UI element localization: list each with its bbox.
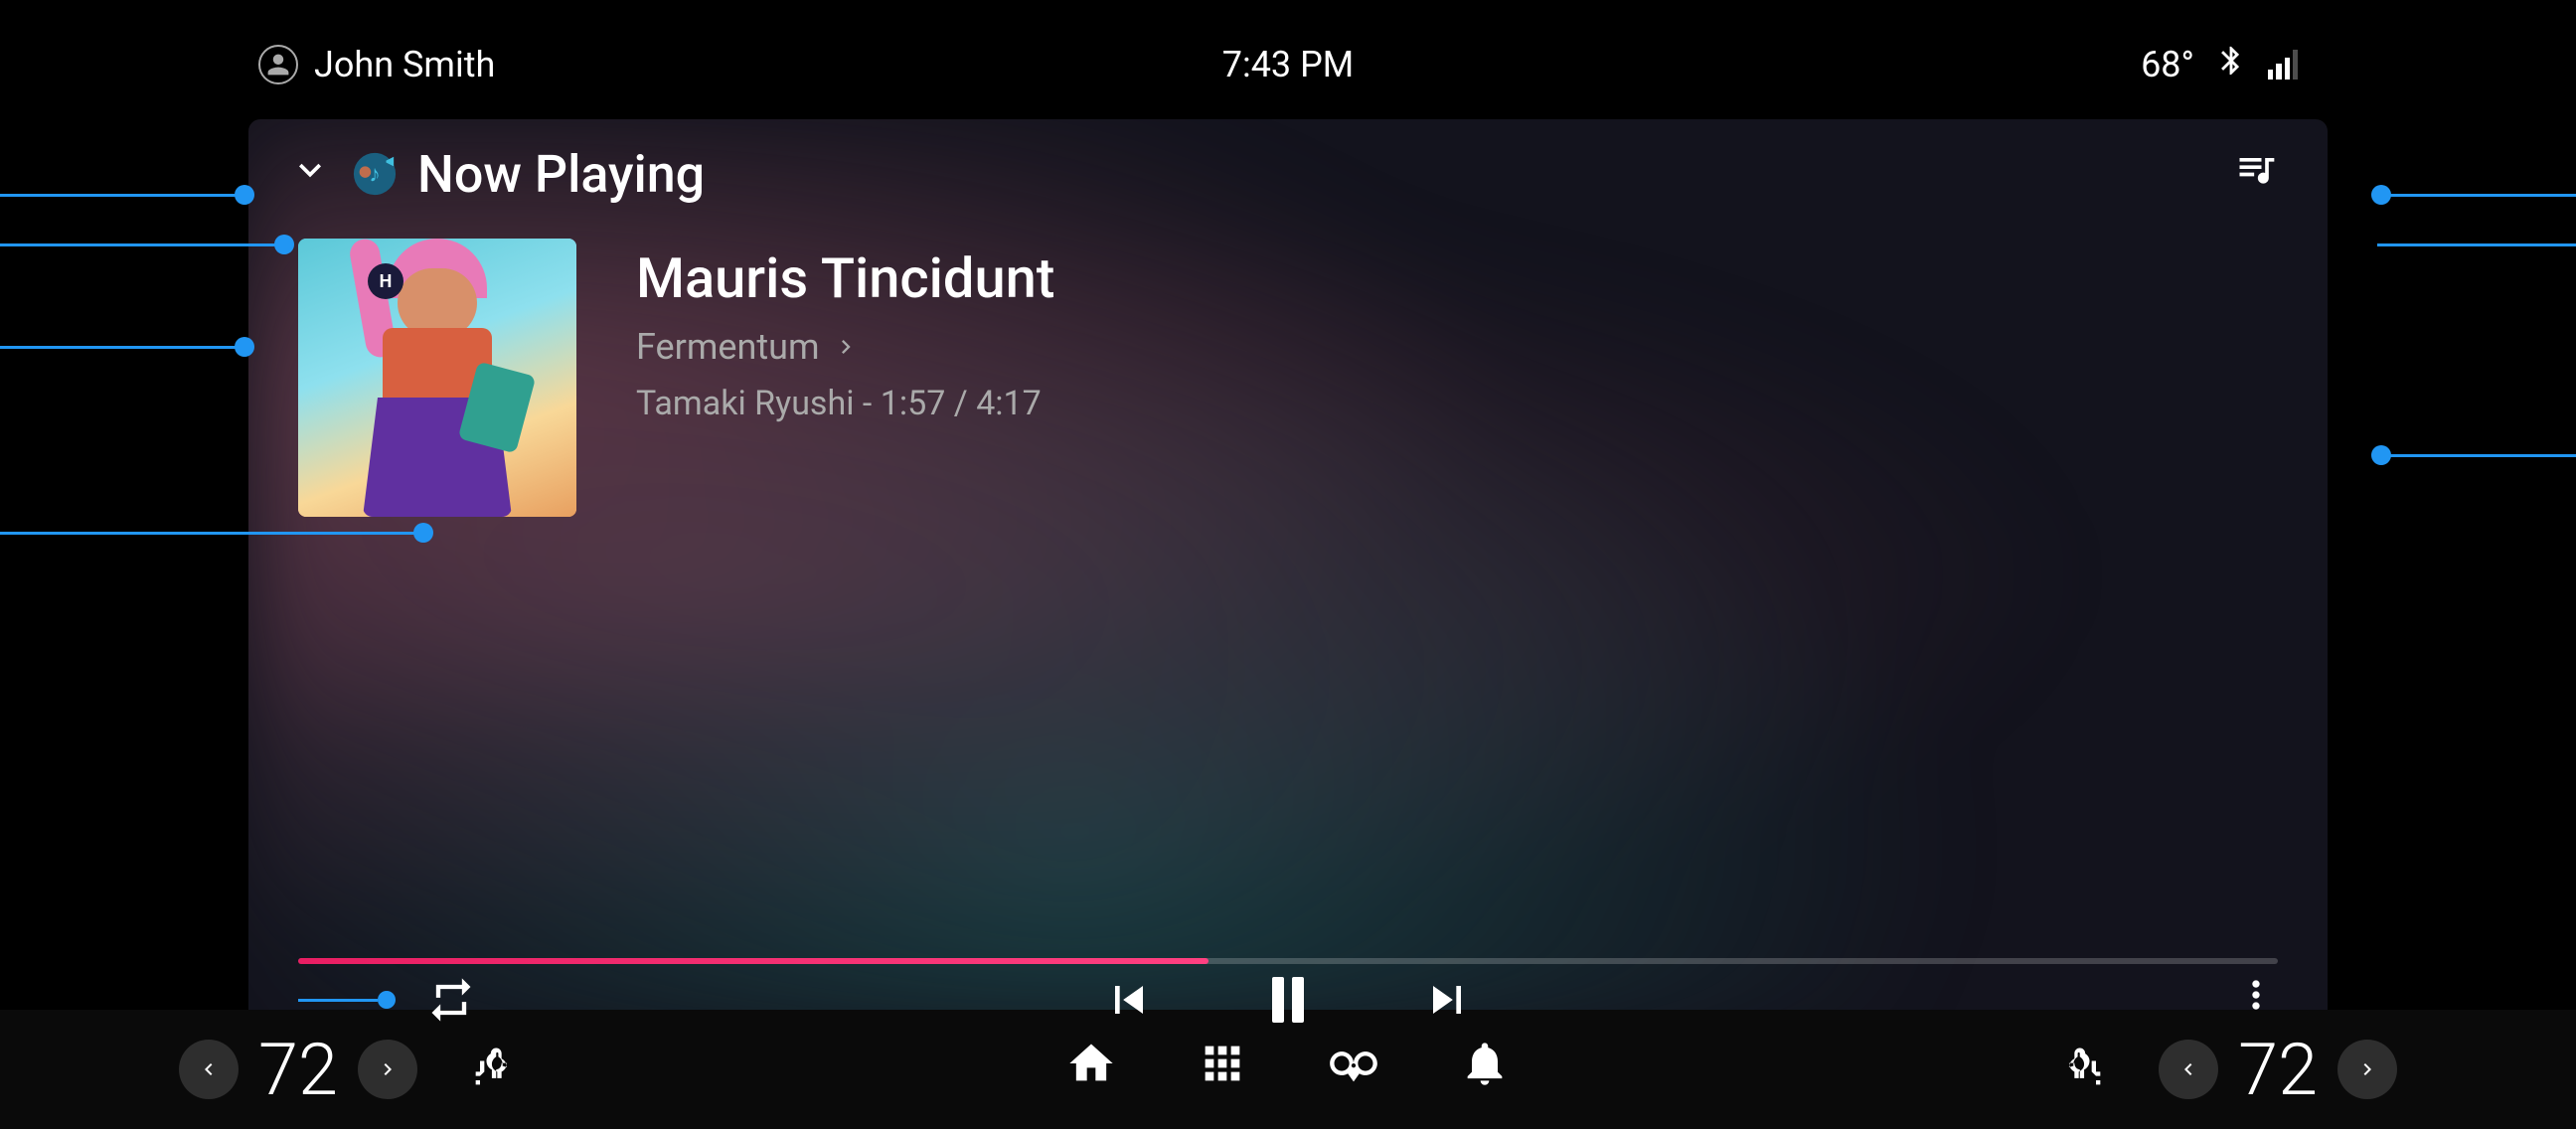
- seat-heat-right-icon[interactable]: [2057, 1042, 2109, 1097]
- home-button[interactable]: [1065, 1038, 1117, 1101]
- music-app-icon: ♪: [352, 151, 398, 197]
- controls: [248, 980, 2328, 1030]
- climate-left: 72: [179, 1028, 519, 1112]
- notifications-button[interactable]: [1459, 1038, 1511, 1101]
- player-header: ♪ Now Playing: [248, 119, 2328, 219]
- right-slider-3[interactable]: [2377, 454, 2576, 457]
- right-slider-2[interactable]: [2377, 243, 2576, 246]
- right-slider-1[interactable]: [2377, 194, 2576, 197]
- track-album[interactable]: Fermentum: [636, 326, 2278, 368]
- repeat-button[interactable]: [411, 960, 491, 1030]
- collapse-button[interactable]: [288, 148, 332, 200]
- player-content: ♪ Now Playing: [248, 119, 2328, 1030]
- repeat-slider-line: [298, 999, 378, 1002]
- svg-text:♪: ♪: [369, 161, 381, 188]
- album-art-image: H: [298, 239, 576, 517]
- right-temp-decrease[interactable]: [2159, 1040, 2218, 1099]
- user-icon: [258, 45, 298, 84]
- controls-center: [1089, 960, 1487, 1030]
- track-artist-time: Tamaki Ryushi - 1:57 / 4:17: [636, 384, 2278, 423]
- right-temperature: 72: [2238, 1028, 2318, 1112]
- left-slider-dot-3[interactable]: [235, 337, 254, 357]
- status-bar: John Smith 7:43 PM 68°: [0, 0, 2576, 129]
- left-slider-2[interactable]: [0, 243, 288, 246]
- player-card: ♪ Now Playing: [248, 119, 2328, 1030]
- right-slider-dot-1[interactable]: [2371, 185, 2391, 205]
- next-button[interactable]: [1407, 960, 1487, 1030]
- previous-button[interactable]: [1089, 960, 1169, 1030]
- track-name: Mauris Tincidunt: [636, 248, 2278, 310]
- repeat-area: [298, 960, 491, 1030]
- signal-icon: [2268, 50, 2298, 80]
- pause-button[interactable]: [1248, 960, 1328, 1030]
- climate-right: 72: [2057, 1028, 2397, 1112]
- left-slider-4[interactable]: [0, 532, 427, 535]
- seat-heat-left-icon[interactable]: [467, 1042, 519, 1097]
- left-temp-increase[interactable]: [358, 1040, 417, 1099]
- queue-button[interactable]: [2234, 147, 2278, 201]
- temperature: 68°: [2141, 44, 2194, 85]
- status-left: John Smith: [258, 44, 495, 85]
- left-slider-1[interactable]: [0, 194, 248, 197]
- left-slider-dot-2[interactable]: [274, 235, 294, 254]
- header-left: ♪ Now Playing: [288, 144, 705, 205]
- left-temp-decrease[interactable]: [179, 1040, 239, 1099]
- status-right: 68°: [2141, 44, 2298, 86]
- track-info: Mauris Tincidunt Fermentum Tamaki Ryushi…: [636, 239, 2278, 423]
- album-art: H: [298, 239, 576, 517]
- username: John Smith: [314, 44, 495, 85]
- left-slider-dot-1[interactable]: [235, 185, 254, 205]
- right-temp-increase[interactable]: [2337, 1040, 2397, 1099]
- apps-button[interactable]: [1197, 1038, 1248, 1101]
- left-slider-3[interactable]: [0, 346, 248, 349]
- track-area: H Mauris Tincidunt Fermentum Tamaki Ryus…: [248, 219, 2328, 940]
- nav-icons: [1065, 1038, 1511, 1101]
- fan-button[interactable]: [1328, 1038, 1379, 1101]
- left-slider-dot-4[interactable]: [413, 523, 433, 543]
- now-playing-title: Now Playing: [417, 144, 705, 205]
- status-time: 7:43 PM: [1222, 44, 1355, 85]
- repeat-slider-dot: [378, 991, 396, 1009]
- headphone-badge: H: [368, 263, 403, 299]
- more-button[interactable]: [2234, 973, 2278, 1028]
- bluetooth-icon: [2214, 44, 2248, 86]
- left-temperature: 72: [258, 1028, 338, 1112]
